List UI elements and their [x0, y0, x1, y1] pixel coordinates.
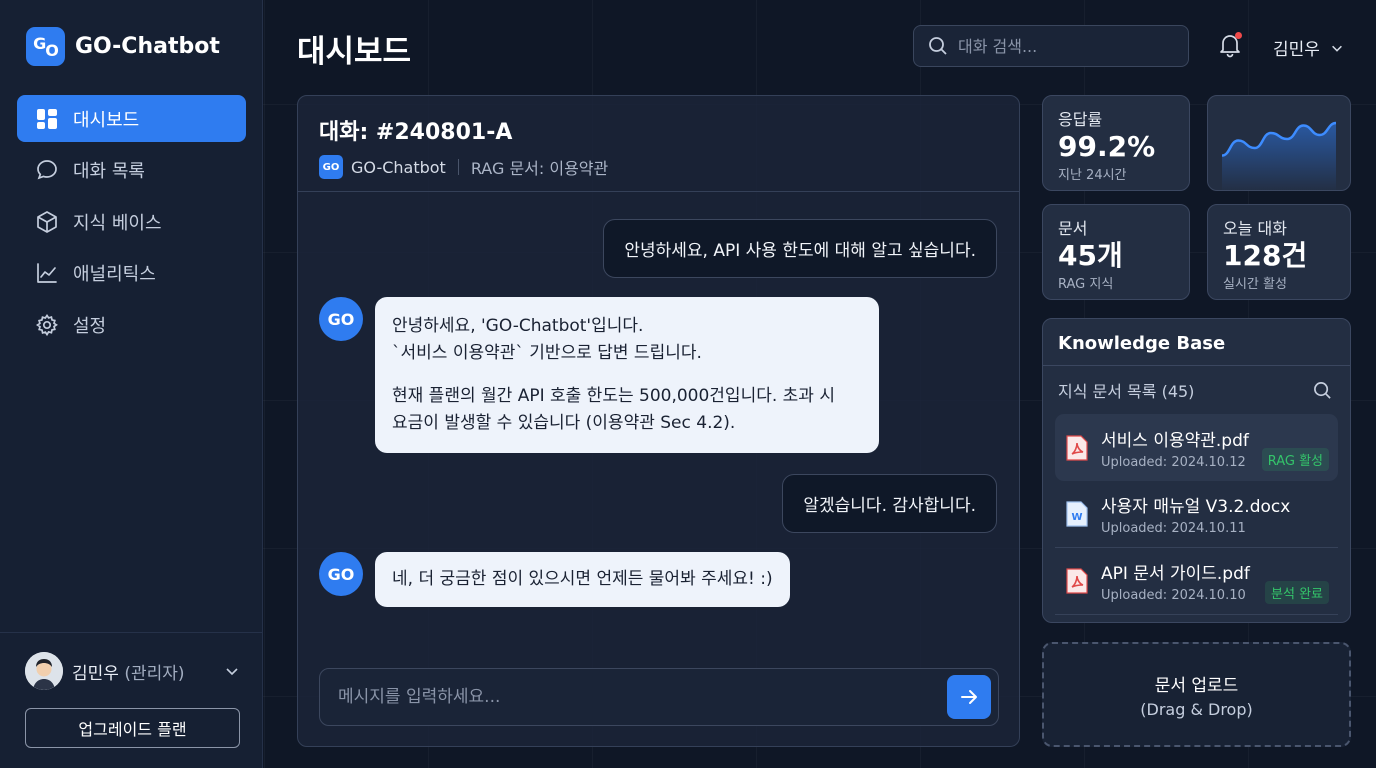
- sidebar-item-label: 애널리틱스: [73, 264, 156, 285]
- stat-value: 45개: [1058, 239, 1123, 272]
- chat-subtitle: GO GO-Chatbot RAG 문서: 이용약관: [319, 155, 1019, 179]
- document-name: 서비스 이용약관.pdf: [1101, 430, 1249, 451]
- bot-avatar-icon: GO: [319, 297, 363, 341]
- app-name: GO-Chatbot: [75, 34, 220, 59]
- bot-avatar-icon: GO: [319, 552, 363, 596]
- divider: [457, 159, 459, 175]
- search-box[interactable]: [913, 25, 1189, 67]
- sparkline-card: [1207, 95, 1351, 191]
- notification-button[interactable]: [1218, 32, 1242, 58]
- chat-bubble-icon: [37, 160, 57, 180]
- document-date: Uploaded: 2024.10.12: [1101, 454, 1246, 470]
- search-input[interactable]: [958, 36, 1158, 56]
- header-user-name: 김민우: [1273, 40, 1320, 60]
- knowledge-base-panel: Knowledge Base 지식 문서 목록 (45) 서비스 이용약관.pd…: [1042, 318, 1351, 623]
- user-message: 안녕하세요, API 사용 한도에 대해 알고 싶습니다.: [603, 219, 997, 278]
- avatar: [25, 652, 63, 690]
- search-icon[interactable]: [1313, 381, 1332, 400]
- dashboard-icon: [37, 108, 57, 129]
- word-file-icon: W: [1066, 501, 1088, 527]
- bot-message-bubble: 안녕하세요, 'GO-Chatbot'입니다. `서비스 이용약관` 기반으로 답…: [375, 297, 879, 453]
- sidebar-footer: 김민우 (관리자) 업그레이드 플랜: [0, 632, 263, 748]
- user-name: 김민우 (관리자): [72, 663, 185, 684]
- bot-message: GO 네, 더 궁금한 점이 있으시면 언제든 물어봐 주세요! :): [319, 552, 790, 607]
- stat-sub: RAG 지식: [1058, 277, 1114, 292]
- notification-dot: [1235, 32, 1242, 39]
- sidebar-item-knowledge-base[interactable]: 지식 베이스: [17, 198, 246, 245]
- stat-label: 문서: [1058, 219, 1088, 238]
- user-menu[interactable]: 김민우 (관리자): [25, 652, 240, 690]
- stat-sub: 실시간 활성: [1223, 277, 1287, 292]
- stat-label: 오늘 대화: [1223, 219, 1287, 238]
- chart-line-icon: [37, 263, 57, 283]
- stat-sub: 지난 24시간: [1058, 168, 1127, 183]
- chat-panel: 대화: #240801-A GO GO-Chatbot RAG 문서: 이용약관…: [297, 95, 1020, 747]
- sidebar: GO GO-Chatbot 대시보드 대화 목록 지식 베이스 애널리틱스 설정…: [0, 0, 263, 768]
- knowledge-base-title: Knowledge Base: [1043, 319, 1350, 366]
- status-badge: RAG 활성: [1261, 448, 1329, 471]
- document-item[interactable]: 서비스 이용약관.pdf Uploaded: 2024.10.12 RAG 활성: [1055, 414, 1338, 481]
- bot-logo-icon: GO: [319, 155, 343, 179]
- stat-card-response-rate: 응답률 99.2% 지난 24시간: [1042, 95, 1190, 191]
- bot-name: GO-Chatbot: [351, 157, 446, 177]
- sidebar-item-label: 설정: [73, 315, 107, 337]
- document-date: Uploaded: 2024.10.11: [1101, 521, 1246, 536]
- document-item[interactable]: API 문서 가이드.pdf Uploaded: 2024.10.10 분석 완…: [1055, 548, 1338, 615]
- status-badge: 분석 완료: [1265, 581, 1329, 604]
- upload-subtitle: (Drag & Drop): [1140, 699, 1253, 719]
- document-item[interactable]: W 사용자 매뉴얼 V3.2.docx Uploaded: 2024.10.11: [1055, 481, 1338, 548]
- brand[interactable]: GO GO-Chatbot: [26, 27, 220, 66]
- sidebar-item-label: 대시보드: [73, 109, 140, 131]
- knowledge-base-toolbar: 지식 문서 목록 (45): [1043, 366, 1350, 402]
- pdf-file-icon: [1066, 434, 1088, 461]
- chevron-down-icon: [226, 668, 238, 676]
- message-input[interactable]: [338, 687, 947, 707]
- user-message: 알겠습니다. 감사합니다.: [782, 474, 997, 533]
- document-name: 사용자 매뉴얼 V3.2.docx: [1101, 497, 1291, 517]
- chevron-down-icon: [1331, 45, 1342, 52]
- chat-header: 대화: #240801-A GO GO-Chatbot RAG 문서: 이용약관: [298, 96, 1019, 192]
- stat-value: 128건: [1223, 239, 1308, 272]
- bot-message-bubble: 네, 더 궁금한 점이 있으시면 언제든 물어봐 주세요! :): [375, 552, 790, 607]
- sidebar-item-conversations[interactable]: 대화 목록: [17, 147, 246, 194]
- sidebar-item-analytics[interactable]: 애널리틱스: [17, 250, 246, 297]
- document-upload-dropzone[interactable]: 문서 업로드 (Drag & Drop): [1042, 642, 1351, 747]
- sidebar-item-label: 대화 목록: [73, 161, 145, 182]
- sparkline-area: [1222, 123, 1336, 190]
- bot-message: GO 안녕하세요, 'GO-Chatbot'입니다. `서비스 이용약관` 기반으…: [319, 297, 879, 453]
- app-logo-icon: GO: [26, 27, 65, 66]
- cube-icon: [37, 210, 57, 233]
- document-list: 서비스 이용약관.pdf Uploaded: 2024.10.12 RAG 활성…: [1043, 414, 1350, 615]
- stat-card-today-chats: 오늘 대화 128건 실시간 활성: [1207, 204, 1351, 300]
- svg-text:W: W: [1071, 512, 1082, 523]
- stat-value: 99.2%: [1058, 130, 1156, 163]
- document-name: API 문서 가이드.pdf: [1101, 564, 1250, 584]
- document-list-label: 지식 문서 목록 (45): [1058, 382, 1195, 401]
- sparkline-chart: [1221, 121, 1337, 190]
- send-button[interactable]: [947, 675, 991, 719]
- sidebar-nav: 대시보드 대화 목록 지식 베이스 애널리틱스 설정: [17, 95, 246, 353]
- chat-title: 대화: #240801-A: [319, 120, 513, 145]
- search-icon: [929, 37, 947, 55]
- rag-document-label: RAG 문서: 이용약관: [470, 159, 609, 178]
- sidebar-item-dashboard[interactable]: 대시보드: [17, 95, 246, 142]
- upload-title: 문서 업로드: [1154, 675, 1239, 696]
- message-composer: [319, 668, 999, 726]
- page-title: 대시보드: [297, 34, 412, 70]
- pdf-file-icon: [1066, 568, 1088, 594]
- document-date: Uploaded: 2024.10.10: [1101, 588, 1246, 603]
- gear-icon: [35, 313, 58, 336]
- stat-label: 응답률: [1058, 110, 1103, 129]
- header-user-menu[interactable]: 김민우: [1273, 35, 1344, 60]
- sidebar-item-label: 지식 베이스: [73, 212, 162, 234]
- arrow-right-icon: [961, 690, 977, 704]
- upgrade-plan-button[interactable]: 업그레이드 플랜: [25, 708, 240, 748]
- sidebar-item-settings[interactable]: 설정: [17, 301, 246, 348]
- stat-card-documents: 문서 45개 RAG 지식: [1042, 204, 1190, 300]
